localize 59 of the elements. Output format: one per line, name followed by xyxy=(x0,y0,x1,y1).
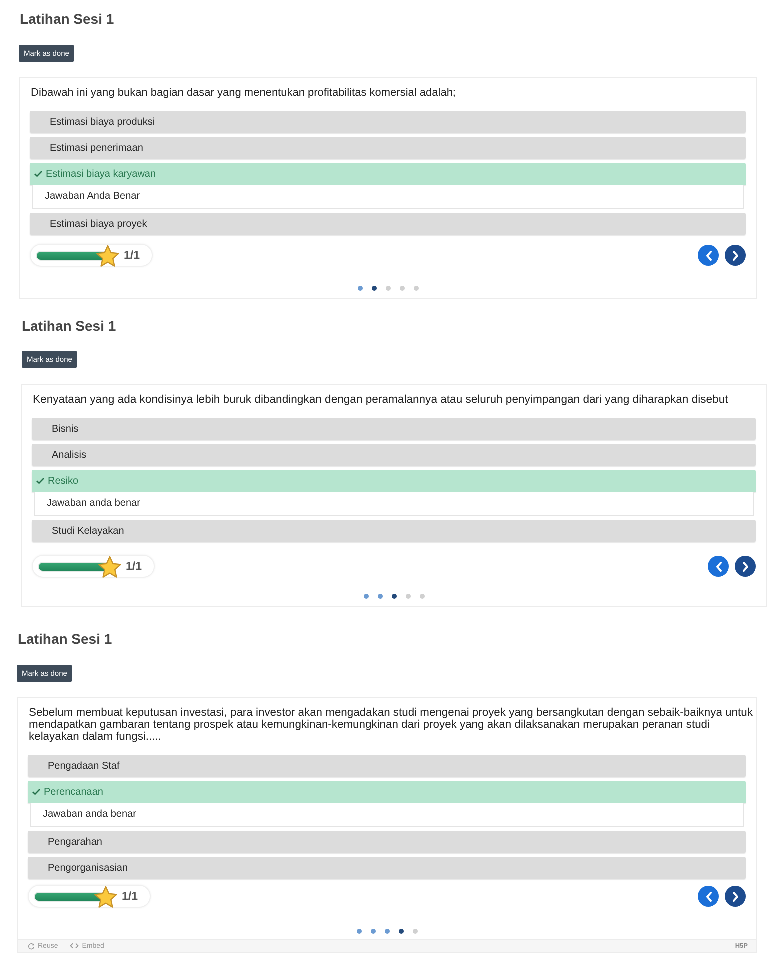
page-dot[interactable] xyxy=(420,594,424,599)
page-dot[interactable] xyxy=(356,929,362,934)
page-dot[interactable] xyxy=(406,594,410,599)
answer-option[interactable]: Estimasi biaya karyawan xyxy=(30,163,746,185)
question-text: Sebelum membuat keputusan investasi, para investor akan mengadakan studi mengenai proyek yang bersangkutan dengan sebaik-baiknya untuk mendapatkan gambaran tentang prospek atau kemungkinan-kemungkinan dari proyek yang akan dilaksanakan merupakan peranan studi kelayakan dalam fungsi..... xyxy=(29,707,754,743)
refresh-icon xyxy=(28,942,35,950)
chevron-left-icon xyxy=(706,250,712,260)
question-text: Kenyataan yang ada kondisinya lebih buruk dibandingkan dengan peramalannya atau seluruh penyimpangan dari yang diharapkan disebut xyxy=(33,394,730,407)
code-icon xyxy=(70,943,80,949)
page-dot[interactable] xyxy=(364,594,368,599)
answer-option[interactable]: Estimasi biaya produksi xyxy=(30,111,746,133)
score-text: 1/1 xyxy=(126,560,142,572)
page-dot[interactable] xyxy=(392,594,396,599)
question-text: Dibawah ini yang bukan bagian dasar yang menentukan profitabilitas komersial adalah; xyxy=(31,87,457,100)
chevron-left-icon xyxy=(716,562,722,572)
quiz-title: Latihan Sesi 1 xyxy=(19,10,114,28)
answer-option[interactable]: Studi Kelayakan xyxy=(32,520,756,542)
answer-option[interactable]: Estimasi penerimaan xyxy=(30,137,746,159)
answer-option[interactable]: Pengadaan Staf xyxy=(28,755,746,777)
answer-option[interactable]: Pengarahan xyxy=(28,831,746,853)
page-dot[interactable] xyxy=(370,929,376,934)
star-icon xyxy=(94,886,118,909)
quiz-title: Latihan Sesi 1 xyxy=(21,317,116,335)
feedback-message: Jawaban Anda Benar xyxy=(32,185,744,209)
feedback-message: Jawaban anda benar xyxy=(34,492,754,516)
score-text: 1/1 xyxy=(124,250,140,262)
next-button[interactable] xyxy=(725,886,746,907)
page-dot[interactable] xyxy=(400,286,404,291)
previous-button[interactable] xyxy=(698,886,719,907)
check-icon xyxy=(36,478,45,484)
star-icon xyxy=(98,556,122,579)
page-dot[interactable] xyxy=(358,286,362,291)
quiz-title: Latihan Sesi 1 xyxy=(17,630,112,648)
answer-option[interactable]: Estimasi biaya proyek xyxy=(30,213,746,235)
next-button[interactable] xyxy=(725,245,746,266)
answer-option[interactable]: Perencanaan xyxy=(28,781,746,803)
page-dot[interactable] xyxy=(398,929,404,934)
feedback-message: Jawaban anda benar xyxy=(30,803,744,827)
chevron-right-icon xyxy=(732,892,738,902)
score-text: 1/1 xyxy=(122,890,138,902)
next-button[interactable] xyxy=(735,556,756,577)
page-dot[interactable] xyxy=(386,286,390,291)
page-dot[interactable] xyxy=(378,594,382,599)
chevron-right-icon xyxy=(732,250,738,260)
chevron-right-icon xyxy=(742,562,748,572)
check-icon xyxy=(32,788,41,796)
page-dot[interactable] xyxy=(414,286,418,291)
star-icon xyxy=(96,245,120,268)
answer-option[interactable]: Resiko xyxy=(32,470,756,492)
previous-button[interactable] xyxy=(698,245,719,266)
chevron-left-icon xyxy=(706,892,712,902)
check-icon xyxy=(34,170,43,178)
answer-option[interactable]: Pengorganisasian xyxy=(28,857,746,879)
previous-button[interactable] xyxy=(708,556,729,577)
answer-option[interactable]: Bisnis xyxy=(32,418,756,440)
answer-option[interactable]: Analisis xyxy=(32,444,756,466)
page-dot[interactable] xyxy=(412,929,418,934)
page-dot[interactable] xyxy=(372,286,376,291)
page-dot[interactable] xyxy=(384,929,390,934)
